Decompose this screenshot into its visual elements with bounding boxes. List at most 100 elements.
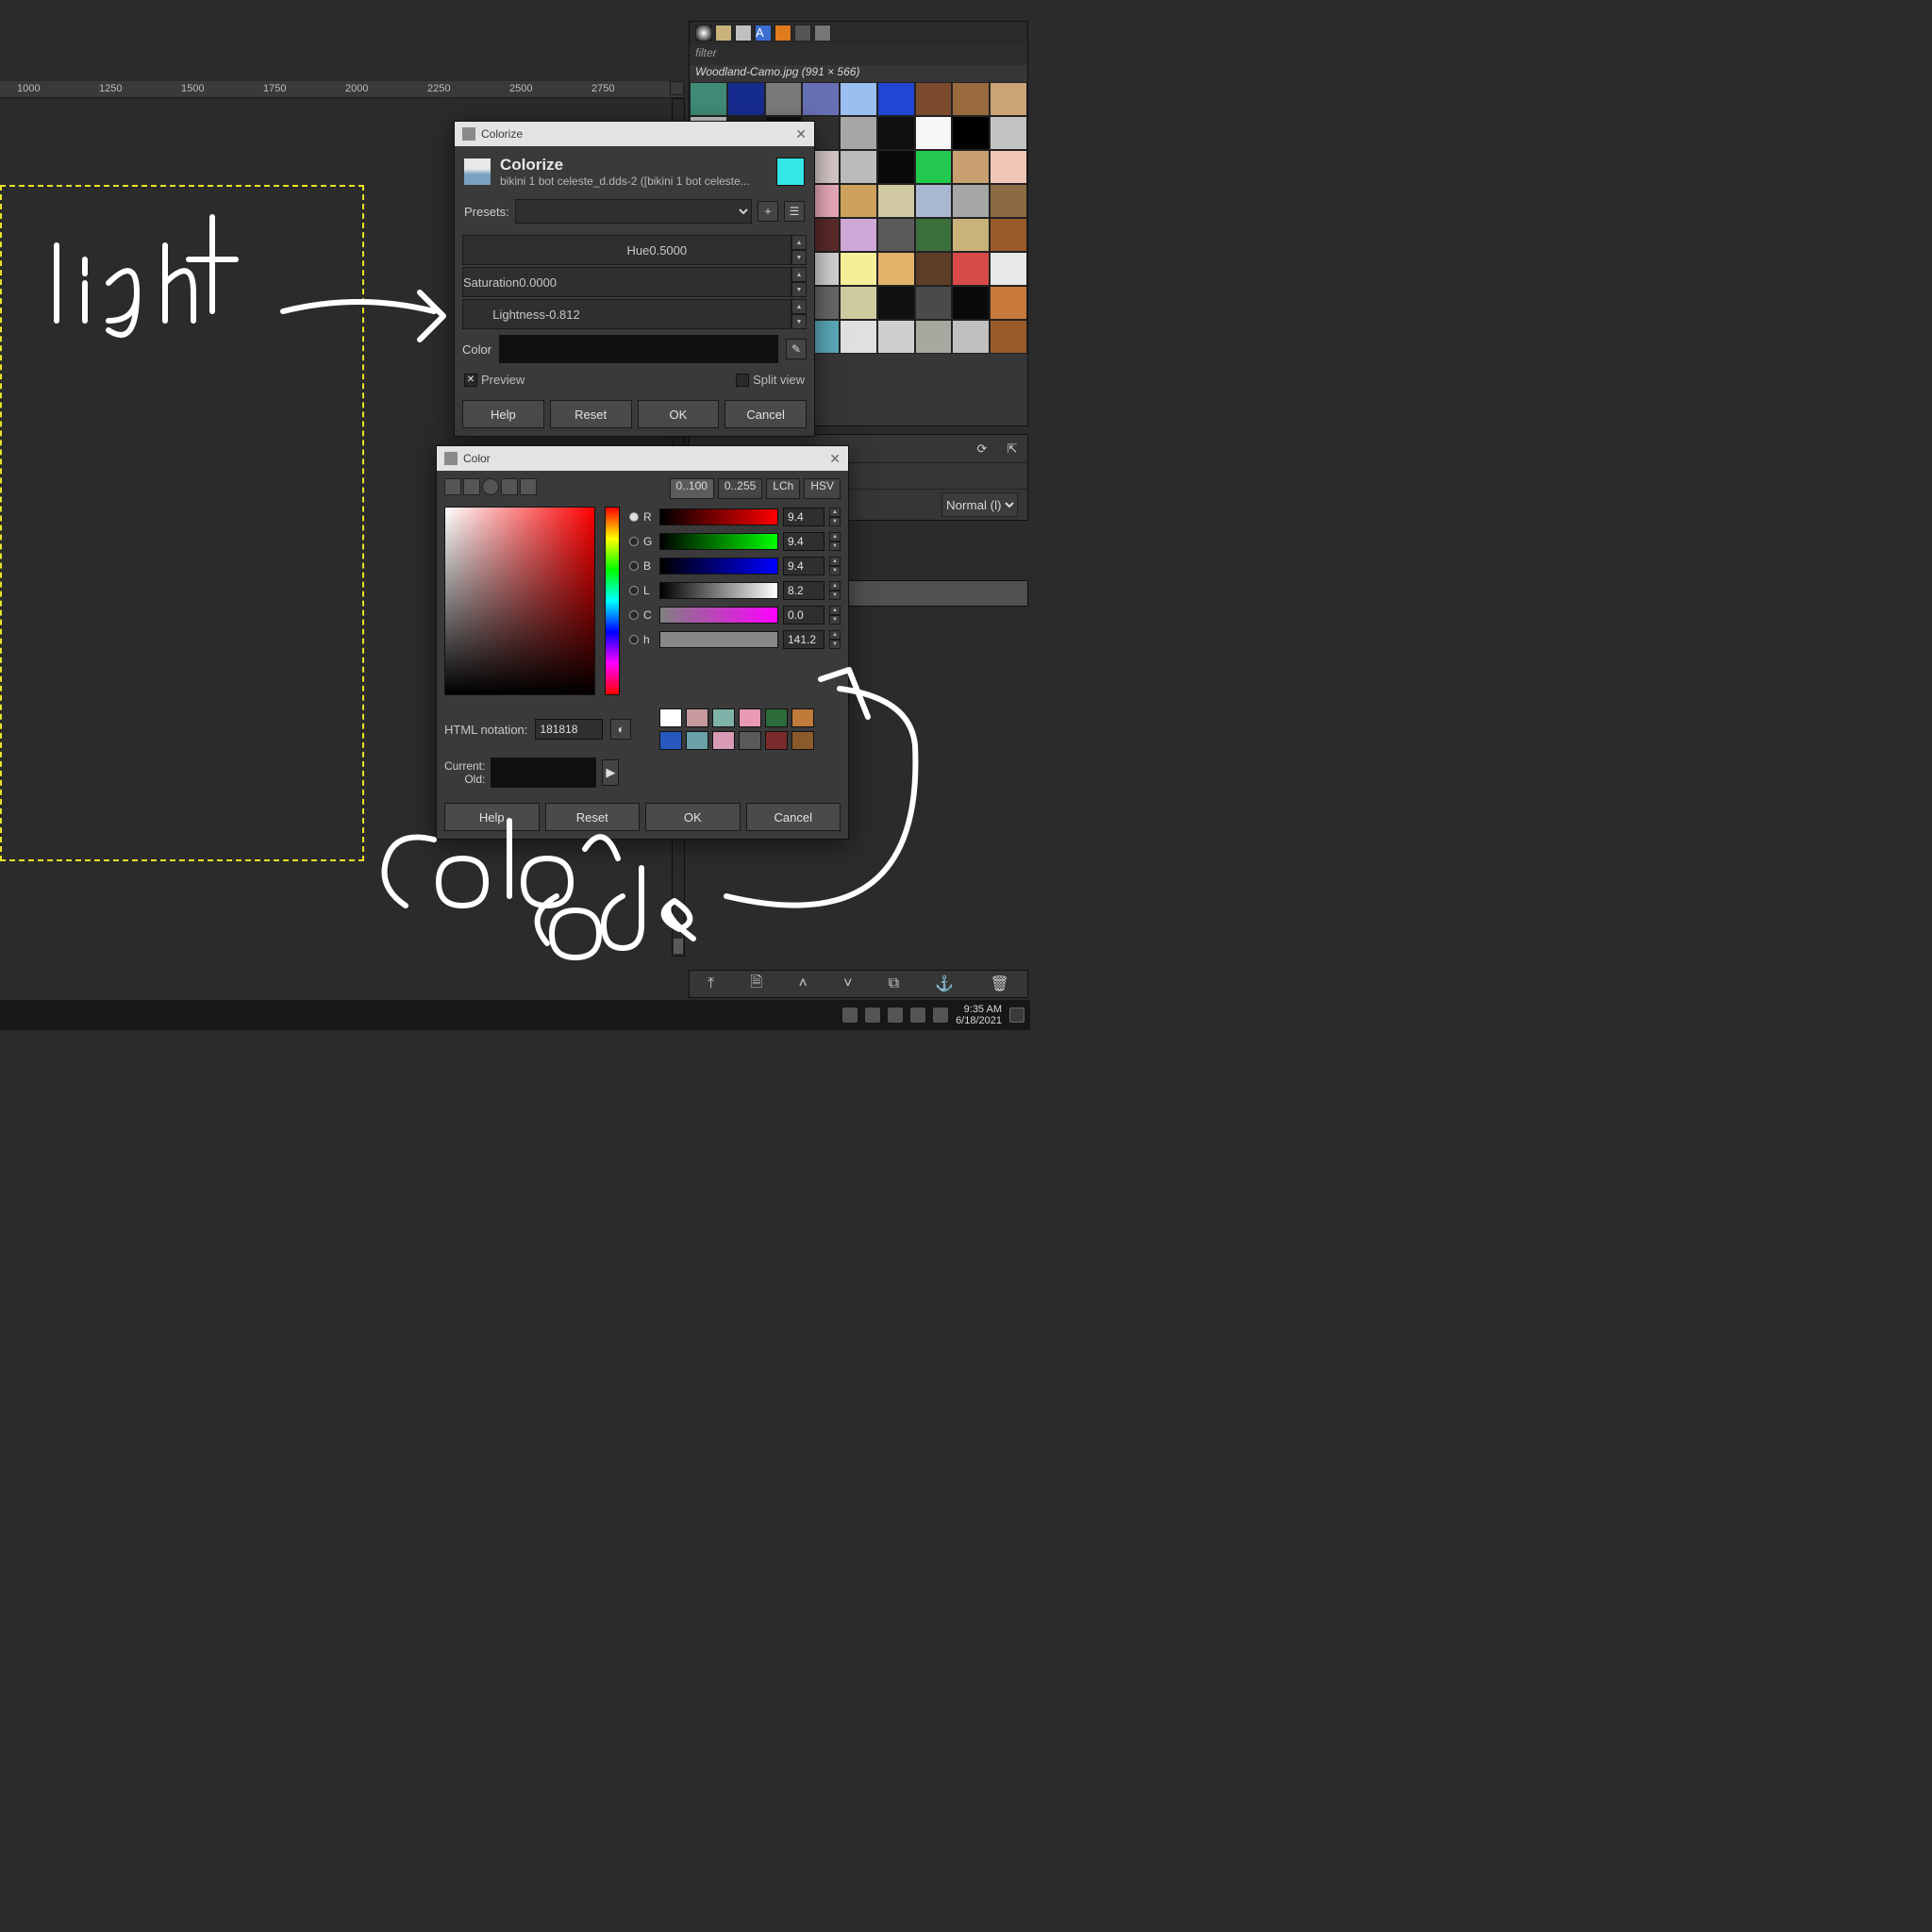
pattern-cell[interactable] [915,320,953,354]
color-preview-box[interactable] [499,335,778,363]
pattern-cell[interactable] [877,252,915,286]
taskbar-clock[interactable]: 9:35 AM 6/18/2021 [956,1004,1002,1026]
channel-radio[interactable] [629,512,639,522]
picker-tab-icon[interactable] [482,478,499,495]
pattern-cell[interactable] [690,82,727,116]
pattern-cell[interactable] [840,184,877,218]
swatch[interactable] [765,731,788,750]
pattern-cell[interactable] [952,320,990,354]
pattern-cell[interactable] [952,218,990,252]
channel-radio[interactable] [629,537,639,546]
channel-spinner[interactable]: ▲▼ [829,557,841,575]
tray-wifi-icon[interactable] [910,1008,925,1023]
pattern-cell[interactable] [802,82,840,116]
pattern-cell[interactable] [990,286,1027,320]
channel-bar[interactable] [659,558,778,575]
refresh-icon[interactable]: ⟳ [967,438,997,460]
range-0-255-button[interactable]: 0..255 [718,478,762,499]
layer-tool-button[interactable]: 🗎 [750,972,762,997]
pattern-cell[interactable] [840,286,877,320]
pattern-cell[interactable] [877,150,915,184]
model-lch-button[interactable]: LCh [766,478,800,499]
layer-tool-button[interactable]: ˄ [799,975,808,992]
channel-row-g[interactable]: G▲▼ [629,531,841,552]
pattern-cell[interactable] [727,82,765,116]
pattern-cell[interactable] [840,116,877,150]
pattern-cell[interactable] [840,150,877,184]
preset-menu-button[interactable]: ☰ [784,201,805,222]
pattern-cell[interactable] [952,82,990,116]
swatch[interactable] [659,731,682,750]
pattern-cell[interactable] [915,150,953,184]
pattern-cell[interactable] [990,218,1027,252]
current-old-swatch[interactable] [491,758,596,788]
picker-tab-icon[interactable] [463,478,480,495]
preview-checkbox[interactable]: ✕Preview [464,373,525,387]
channel-value[interactable] [783,508,824,526]
channel-spinner[interactable]: ▲▼ [829,508,841,526]
pattern-cell[interactable] [765,82,803,116]
recent-swatches[interactable] [659,707,841,752]
pattern-cell[interactable] [990,184,1027,218]
windows-taskbar[interactable]: 9:35 AM 6/18/2021 [0,1000,1030,1030]
splitview-checkbox[interactable]: Split view [736,373,805,387]
saturation-slider[interactable]: Saturation 0.0000 [462,267,791,297]
pattern-cell[interactable] [915,218,953,252]
patterns-filter-input[interactable]: filter [690,44,1027,65]
tray-icon[interactable] [888,1008,903,1023]
channel-row-l[interactable]: L▲▼ [629,580,841,601]
close-icon[interactable]: ✕ [795,126,807,142]
pattern-cell[interactable] [915,116,953,150]
channel-radio[interactable] [629,610,639,620]
pattern-cell[interactable] [990,252,1027,286]
picker-tab-icon[interactable] [444,478,461,495]
swatch[interactable] [791,708,814,727]
dock-tab-icon[interactable] [814,25,831,42]
swatch[interactable] [659,708,682,727]
swatch[interactable] [686,708,708,727]
export-icon[interactable]: ⇱ [997,438,1027,460]
channel-row-h[interactable]: h▲▼ [629,629,841,650]
layer-tool-button[interactable]: ˅ [843,975,852,992]
pattern-cell[interactable] [952,116,990,150]
dock-tab-icon[interactable] [774,25,791,42]
dock-tab-bar[interactable]: A [690,22,1027,44]
eyedropper-icon[interactable]: ◐ [610,719,631,740]
swatch[interactable] [712,731,735,750]
pattern-cell[interactable] [915,286,953,320]
pattern-cell[interactable] [840,82,877,116]
swatch[interactable] [791,731,814,750]
pattern-cell[interactable] [915,184,953,218]
channel-radio[interactable] [629,561,639,571]
layer-tool-button[interactable]: ⚓ [935,974,954,993]
swatch[interactable] [765,708,788,727]
picker-mode-tabs[interactable] [444,478,537,499]
reset-button[interactable]: Reset [550,400,632,428]
channel-value[interactable] [783,581,824,600]
cancel-button[interactable]: Cancel [724,400,807,428]
lightness-spinner[interactable]: ▲▼ [791,299,807,329]
pattern-cell[interactable] [840,252,877,286]
pattern-cell[interactable] [990,320,1027,354]
channel-value[interactable] [783,630,824,649]
notifications-icon[interactable] [1009,1008,1024,1023]
lightness-slider[interactable]: Lightness -0.812 [462,299,791,329]
layer-tool-button[interactable]: ⧉ [889,975,899,992]
channel-bar[interactable] [659,508,778,525]
channel-row-c[interactable]: C▲▼ [629,605,841,625]
tray-icon[interactable] [842,1008,858,1023]
channel-spinner[interactable]: ▲▼ [829,581,841,600]
layer-tool-button[interactable]: ⤒ [708,975,714,992]
channel-spinner[interactable]: ▲▼ [829,630,841,649]
pattern-cell[interactable] [840,218,877,252]
cancel-button[interactable]: Cancel [746,803,841,831]
dock-tab-icon[interactable]: A [755,25,772,42]
tray-volume-icon[interactable] [933,1008,948,1023]
pattern-cell[interactable] [877,82,915,116]
swatch[interactable] [712,708,735,727]
pattern-cell[interactable] [952,150,990,184]
pattern-cell[interactable] [915,82,953,116]
pattern-cell[interactable] [840,320,877,354]
channel-spinner[interactable]: ▲▼ [829,606,841,625]
pattern-cell[interactable] [990,82,1027,116]
